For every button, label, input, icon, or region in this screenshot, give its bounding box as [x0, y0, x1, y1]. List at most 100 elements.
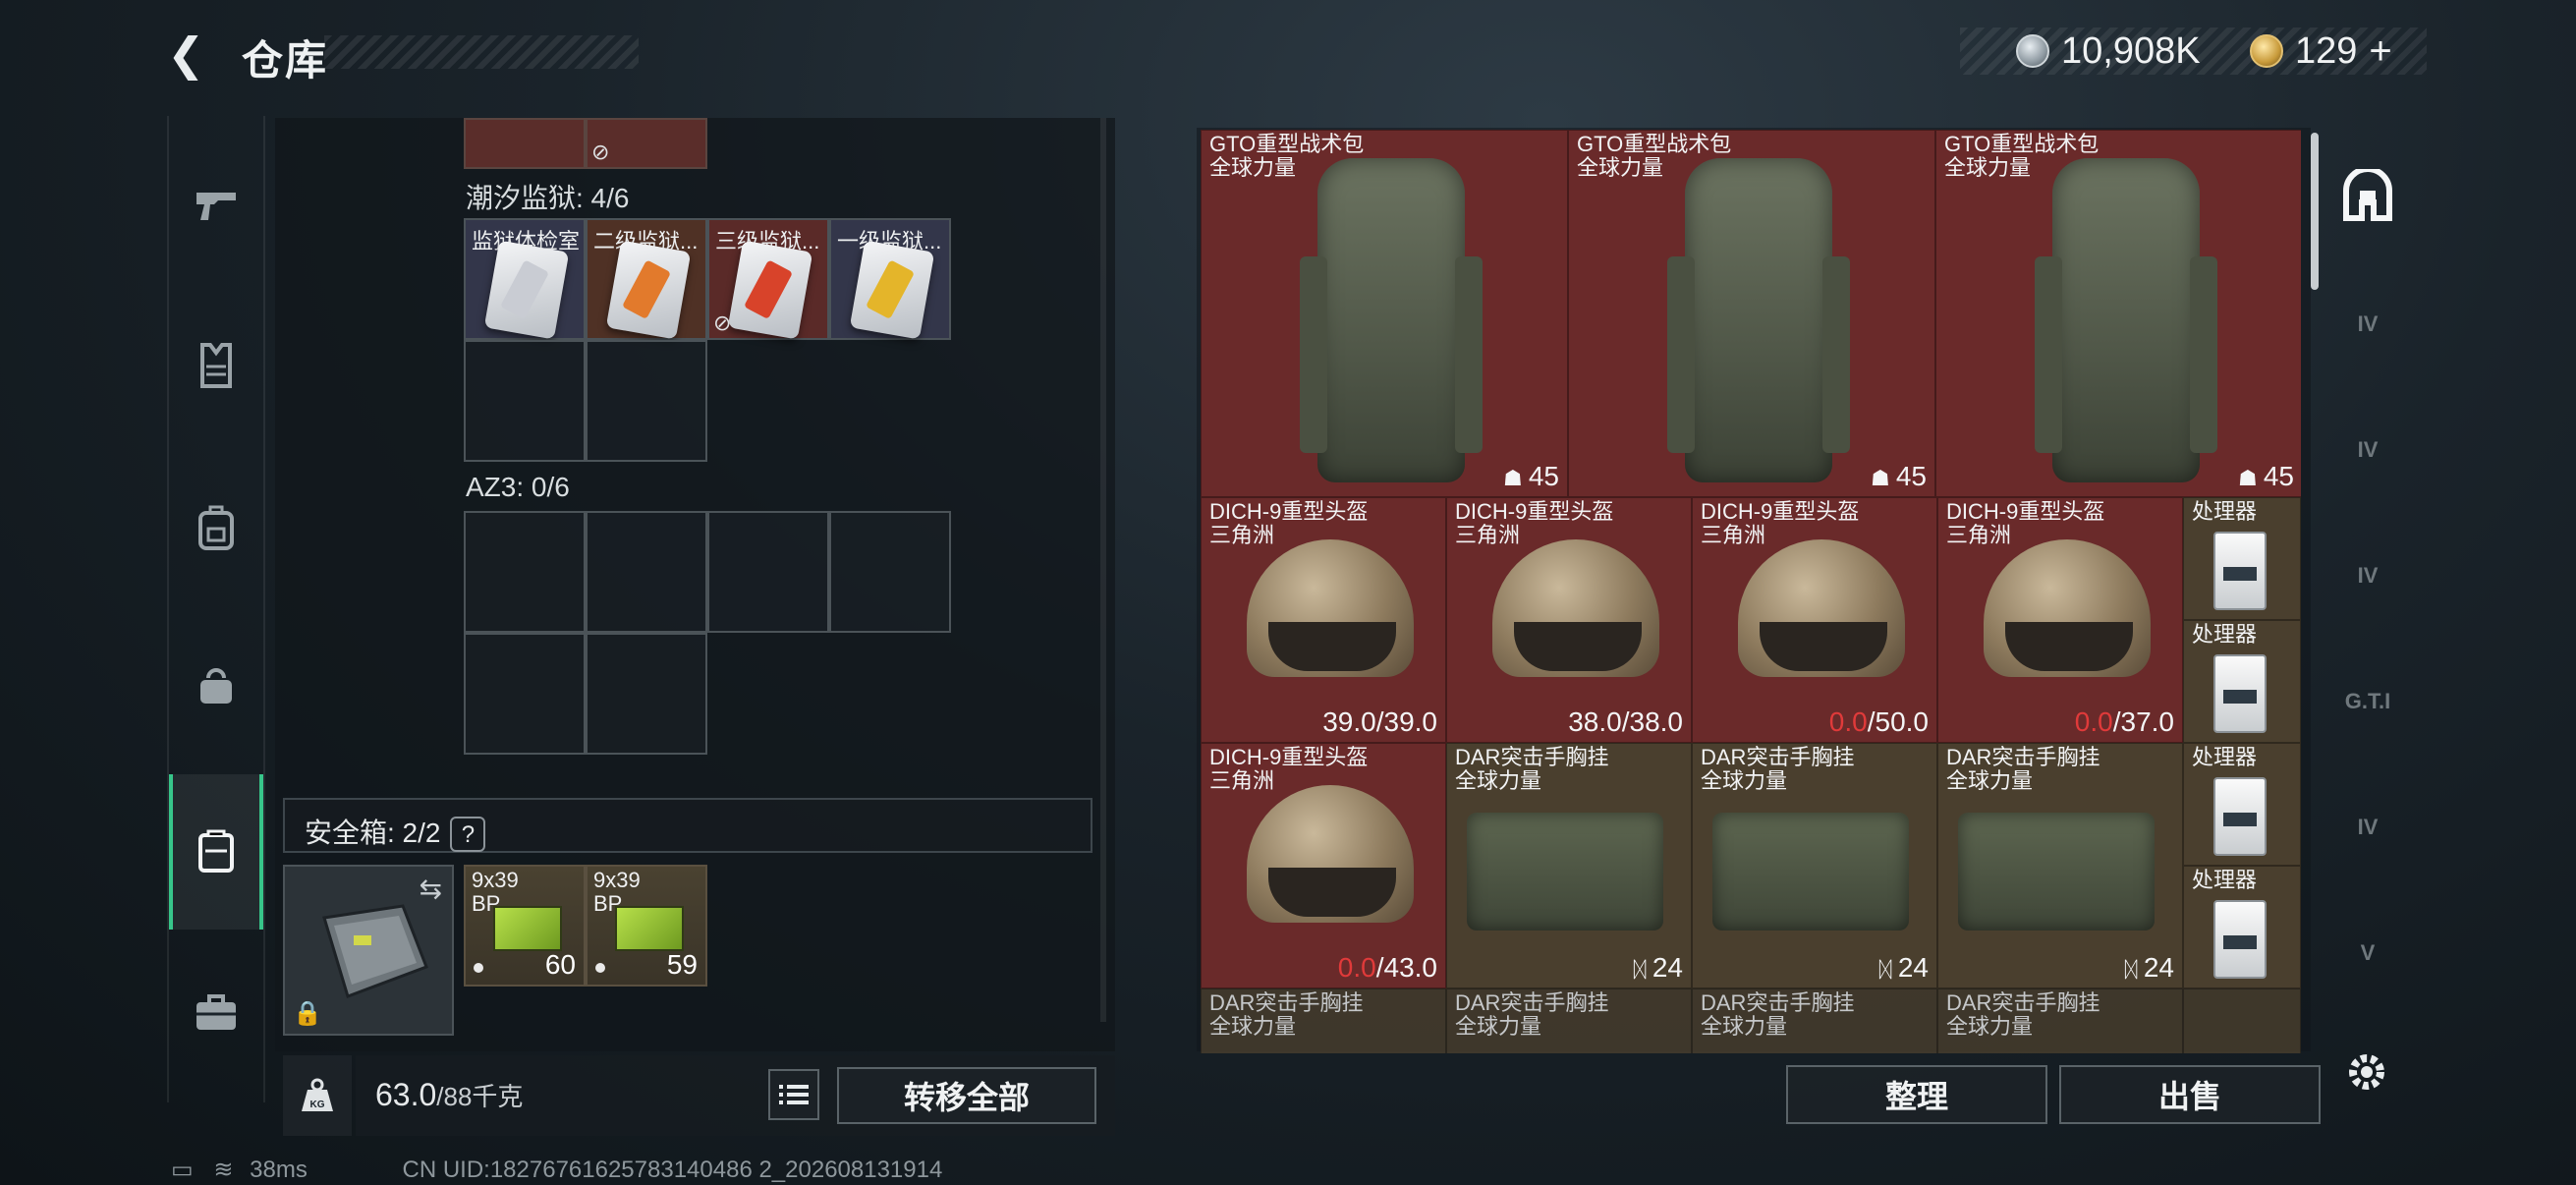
filter-icon[interactable]: V [2328, 914, 2407, 992]
capacity: ᛞ 24 [1878, 952, 1929, 983]
broken-icon: ⊘ [591, 140, 610, 164]
processor-item[interactable]: 处理器 [2183, 866, 2301, 988]
ammo-slot[interactable]: 9x39 BP 59 [586, 865, 707, 987]
processor-image [2213, 532, 2267, 610]
helmet-item[interactable]: DICH-9重型头盔 三角洲 0.0/37.0 [1937, 497, 2183, 743]
ammo-slot[interactable]: 9x39 BP 60 [464, 865, 586, 987]
section-label: AZ3: 0/6 [466, 472, 570, 502]
transfer-all-button[interactable]: 转移全部 [837, 1067, 1096, 1124]
vest-item[interactable]: DAR突击手胸挂 全球力量 ᛞ 24 [1692, 743, 1937, 988]
item-name: DAR突击手胸挂 全球力量 [1455, 745, 1609, 793]
filter-icon[interactable]: G.T.I [2328, 662, 2407, 741]
empty-slot[interactable] [829, 511, 951, 633]
vest-item[interactable]: DAR突击手胸挂 全球力量 [1201, 988, 1446, 1053]
keycard-icon [605, 240, 692, 340]
right-scrollbar[interactable] [2311, 133, 2319, 290]
processor-item[interactable] [2183, 988, 2301, 1053]
keycard-slot[interactable]: 二级监狱... [586, 218, 707, 340]
vest-item[interactable]: DAR突击手胸挂 全球力量 [1937, 988, 2183, 1053]
ammo-box-icon [615, 906, 684, 951]
keycard-icon [849, 240, 935, 340]
help-button[interactable]: ? [450, 817, 486, 852]
empty-slot[interactable] [464, 511, 586, 633]
armor-vest-icon[interactable] [169, 307, 263, 424]
safe-case-icon[interactable] [169, 774, 263, 930]
vest-item[interactable]: DAR突击手胸挂 全球力量 ᛞ 24 [1937, 743, 2183, 988]
empty-slot[interactable] [464, 340, 586, 462]
vest-item[interactable]: DAR突击手胸挂 全球力量 [1446, 988, 1692, 1053]
filter-icon[interactable]: IV [2328, 788, 2407, 867]
processor-item[interactable]: 处理器 [2183, 743, 2301, 866]
vest-item[interactable]: DAR突击手胸挂 全球力量 [1692, 988, 1937, 1053]
helmet-image [1738, 539, 1905, 677]
item-name: 处理器 [2192, 622, 2258, 647]
empty-slot[interactable] [586, 511, 707, 633]
gold-currency[interactable]: 129 + [2250, 29, 2392, 73]
durability: 0.0/37.0 [2074, 706, 2174, 737]
sell-button[interactable]: 出售 [2059, 1065, 2321, 1124]
bag-icon[interactable] [169, 627, 263, 745]
helmet-item[interactable]: DICH-9重型头盔 三角洲 39.0/39.0 [1201, 497, 1446, 743]
title-decoration [324, 35, 639, 69]
list-view-button[interactable] [768, 1069, 819, 1120]
silver-coin-icon [2016, 34, 2049, 68]
filter-icon[interactable]: IV [2328, 411, 2407, 489]
ammo-count: 59 [666, 949, 698, 980]
helmet-image [1247, 539, 1414, 677]
broken-icon: ⊘ [713, 310, 732, 335]
helmet-item[interactable]: DICH-9重型头盔 三角洲 0.0/50.0 [1692, 497, 1937, 743]
vest-image [1712, 813, 1909, 931]
backpack-image [1667, 158, 1850, 482]
backpack-icon[interactable] [169, 468, 263, 586]
safe-box-slot[interactable]: ⇆ 🔒 [283, 865, 454, 1036]
empty-slot[interactable] [707, 511, 829, 633]
processor-image [2213, 900, 2267, 979]
indicator-dot [595, 963, 605, 973]
backpack-item[interactable]: GTO重型战术包 全球力量 ☗ 45 [1201, 130, 1568, 497]
section-label: 潮汐监狱: 4/6 [466, 183, 630, 213]
swap-icon[interactable]: ⇆ [420, 873, 442, 905]
empty-slot[interactable] [586, 633, 707, 755]
keycard-slot[interactable]: 一级监狱... [829, 218, 951, 340]
lock-icon: 🔒 [293, 1000, 322, 1027]
status-bar: ▭ ≋ 38ms CN UID:18276761625783140486 2_2… [171, 1156, 942, 1184]
partial-item-slot[interactable]: ⊘ [586, 118, 707, 169]
keycard-slot[interactable]: 三级监狱... ⊘ [707, 218, 829, 340]
home-base-icon[interactable] [2328, 157, 2407, 236]
back-arrow-icon[interactable]: ❮ [167, 29, 216, 79]
helmet-item[interactable]: DICH-9重型头盔 三角洲 38.0/38.0 [1446, 497, 1692, 743]
weight-current: 63.0 [375, 1077, 437, 1112]
add-currency-icon[interactable]: + [2369, 29, 2391, 74]
uid: CN UID:18276761625783140486 2_2026081319… [402, 1157, 943, 1183]
processor-item[interactable]: 处理器 [2183, 620, 2301, 743]
helmet-item[interactable]: DICH-9重型头盔 三角洲 0.0/43.0 [1201, 743, 1446, 988]
partial-item-slot[interactable] [464, 118, 586, 169]
battery-icon: ▭ [171, 1157, 194, 1183]
filter-icon[interactable]: IV [2328, 536, 2407, 615]
item-name: 处理器 [2192, 745, 2258, 769]
settings-gear-icon[interactable] [2340, 1045, 2393, 1099]
keycard-slot[interactable]: 监狱体检室 [464, 218, 586, 340]
durability: 0.0/50.0 [1828, 706, 1929, 737]
backpack-item[interactable]: GTO重型战术包 全球力量 ☗ 45 [1935, 130, 2301, 497]
vest-image [1467, 813, 1663, 931]
organize-button[interactable]: 整理 [1786, 1065, 2047, 1124]
weapon-icon[interactable] [169, 145, 263, 263]
empty-slot[interactable] [586, 340, 707, 462]
capacity: ☗ 45 [2238, 461, 2294, 491]
left-scrollbar[interactable] [1100, 118, 1106, 1022]
empty-slot[interactable] [464, 633, 586, 755]
safe-case-icon [322, 904, 428, 998]
filter-icon[interactable]: IV [2328, 285, 2407, 364]
category-sidebar [167, 116, 265, 1102]
item-name: DAR突击手胸挂 全球力量 [1455, 990, 1609, 1039]
inventory-grid: GTO重型战术包 全球力量 ☗ 45 GTO重型战术包 全球力量 ☗ 45 GTO重… [1201, 130, 2301, 1053]
backpack-item[interactable]: GTO重型战术包 全球力量 ☗ 45 [1568, 130, 1935, 497]
capacity: ᛞ 24 [2124, 952, 2174, 983]
item-name: DAR突击手胸挂 全球力量 [1701, 990, 1855, 1039]
toolbox-icon[interactable] [169, 953, 263, 1071]
durability: 39.0/39.0 [1322, 706, 1437, 737]
vest-item[interactable]: DAR突击手胸挂 全球力量 ᛞ 24 [1446, 743, 1692, 988]
helmet-image [1492, 539, 1659, 677]
processor-item[interactable]: 处理器 [2183, 497, 2301, 620]
